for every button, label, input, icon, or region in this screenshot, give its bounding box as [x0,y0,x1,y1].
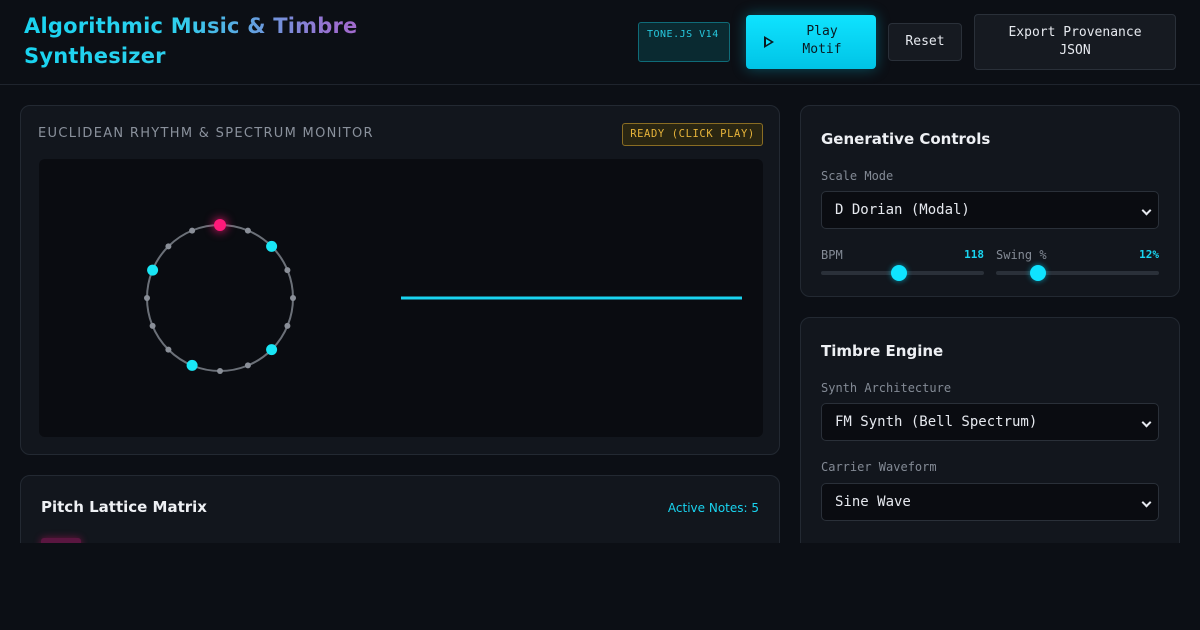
euclidean-steps [144,219,296,374]
swing-value: 12% [1139,248,1159,261]
lattice-cell[interactable] [41,538,81,543]
swing-slider-thumb[interactable] [1030,265,1047,281]
swing-slider[interactable] [996,265,1159,281]
bpm-label: BPM [821,248,843,262]
play-motif-label: Play Motif [802,24,842,57]
inactive-step [189,227,196,234]
version-badge: TONE.JS V14 [638,22,730,62]
active-step [186,359,198,371]
timbre-engine-panel: Timbre Engine Synth Architecture FM Synt… [800,317,1180,543]
pitch-lattice-panel: Pitch Lattice Matrix Active Notes: 5 [20,475,780,543]
inactive-step [149,322,156,329]
export-provenance-button[interactable]: Export Provenance JSON [974,14,1176,70]
lattice-title: Pitch Lattice Matrix [41,498,207,516]
scale-mode-select[interactable]: D Dorian (Modal) [821,191,1159,229]
inactive-step [244,227,251,234]
status-badge: READY (CLICK PLAY) [622,123,763,146]
scale-mode-label: Scale Mode [821,169,894,183]
active-step [266,240,278,252]
synth-architecture-label: Synth Architecture [821,381,952,395]
inactive-step [284,267,291,274]
timbre-title: Timbre Engine [821,342,944,360]
carrier-waveform-label: Carrier Waveform [821,460,937,474]
monitor-title: EUCLIDEAN RHYTHM & SPECTRUM MONITOR [38,126,374,141]
app-header: Algorithmic Music & Timbre Synthesizer T… [0,0,1200,85]
active-notes-count: Active Notes: 5 [667,501,759,515]
generative-title: Generative Controls [821,130,991,148]
chevron-down-icon [1141,205,1152,216]
monitor-visualization [39,159,763,437]
synth-architecture-value: FM Synth (Bell Spectrum) [835,414,1038,430]
active-step [147,264,159,276]
inactive-step [244,362,251,369]
reset-button[interactable]: Reset [888,23,962,61]
inactive-step [284,322,291,329]
synth-architecture-select[interactable]: FM Synth (Bell Spectrum) [821,403,1159,441]
inactive-step [217,368,223,374]
bpm-slider-thumb[interactable] [891,265,908,281]
inactive-step [290,295,296,301]
rhythm-spectrum-monitor-panel: EUCLIDEAN RHYTHM & SPECTRUM MONITOR READ… [20,105,780,455]
bpm-slider[interactable] [821,265,984,281]
inactive-step [144,295,150,301]
bpm-value: 118 [964,248,984,261]
chevron-down-icon [1141,497,1152,508]
chevron-down-icon [1141,417,1152,428]
generative-controls-panel: Generative Controls Scale Mode D Dorian … [800,105,1180,297]
scale-mode-value: D Dorian (Modal) [835,202,970,218]
active-step [266,344,278,356]
monitor-canvas [144,219,742,374]
play-icon [764,36,774,48]
inactive-step [165,243,172,250]
app-title: Algorithmic Music & Timbre Synthesizer [24,11,464,71]
play-motif-button[interactable]: Play Motif [746,15,876,69]
app-window: Algorithmic Music & Timbre Synthesizer T… [0,0,1200,543]
playhead-step [214,219,226,231]
swing-label: Swing % [996,248,1047,262]
carrier-waveform-select[interactable]: Sine Wave [821,483,1159,521]
carrier-waveform-value: Sine Wave [835,494,911,510]
inactive-step [165,346,172,353]
